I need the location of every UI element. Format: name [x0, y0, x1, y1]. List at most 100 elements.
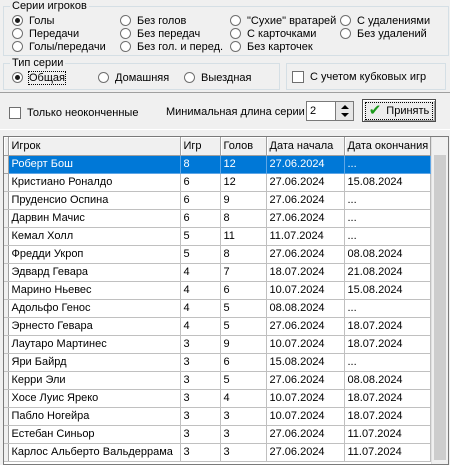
radio-goals[interactable]: Голы: [12, 14, 54, 27]
cell-goals[interactable]: 11: [220, 227, 267, 246]
cell-end-date[interactable]: ...: [344, 353, 431, 372]
cell-games[interactable]: 3: [180, 407, 221, 426]
radio-with-red-cards[interactable]: С удалениями: [340, 14, 430, 27]
cell-player[interactable]: Естебан Синьор: [8, 425, 181, 444]
cell-start-date[interactable]: 27.06.2024: [266, 173, 345, 192]
cell-player[interactable]: Кристиано Роналдо: [8, 173, 181, 192]
min-length-value[interactable]: 2: [307, 102, 335, 120]
cell-goals[interactable]: 12: [220, 173, 267, 192]
radio-type-away-dot[interactable]: [184, 72, 195, 83]
cell-end-date[interactable]: 15.08.2024: [344, 173, 431, 192]
table-row[interactable]: Роберт Бош 8 12 27.06.2024 ...: [4, 155, 431, 174]
cell-end-date[interactable]: 18.07.2024: [344, 407, 431, 426]
cell-games[interactable]: 4: [180, 299, 221, 318]
cell-end-date[interactable]: 18.07.2024: [344, 335, 431, 354]
cell-goals[interactable]: 5: [220, 299, 267, 318]
radio-assists-dot[interactable]: [12, 28, 23, 39]
cell-start-date[interactable]: 10.07.2024: [266, 389, 345, 408]
table-row[interactable]: Пруденсио Оспина 6 9 27.06.2024 ...: [4, 191, 431, 210]
table-row[interactable]: Дарвин Мачис 6 8 27.06.2024 ...: [4, 209, 431, 228]
cell-start-date[interactable]: 11.07.2024: [266, 227, 345, 246]
cell-games[interactable]: 4: [180, 281, 221, 300]
vertical-scrollbar[interactable]: [431, 137, 448, 464]
cell-goals[interactable]: 9: [220, 335, 267, 354]
radio-clean-sheets[interactable]: "Сухие" вратарей: [230, 14, 336, 27]
radio-type-away[interactable]: Выездная: [184, 71, 252, 84]
cell-goals[interactable]: 4: [220, 389, 267, 408]
cell-end-date[interactable]: 15.08.2024: [344, 281, 431, 300]
cell-start-date[interactable]: 27.06.2024: [266, 191, 345, 210]
column-header-player[interactable]: Игрок: [8, 137, 181, 156]
table-row[interactable]: Адольфо Генос 4 5 08.08.2024 ...: [4, 299, 431, 318]
cell-end-date[interactable]: 11.07.2024: [344, 425, 431, 444]
radio-type-home-dot[interactable]: [98, 72, 109, 83]
cell-start-date[interactable]: 08.08.2024: [266, 299, 345, 318]
table-row[interactable]: Эрнесто Гевара 4 5 27.06.2024 18.07.2024: [4, 317, 431, 336]
cell-end-date[interactable]: 18.07.2024: [344, 389, 431, 408]
cell-player[interactable]: Эрнесто Гевара: [8, 317, 181, 336]
cell-goals[interactable]: 5: [220, 317, 267, 336]
radio-no-goals-dot[interactable]: [120, 15, 131, 26]
cell-games[interactable]: 8: [180, 155, 221, 174]
table-row[interactable]: Естебан Синьор 3 3 27.06.2024 11.07.2024: [4, 425, 431, 444]
cell-goals[interactable]: 12: [220, 155, 267, 174]
cell-end-date[interactable]: ...: [344, 155, 431, 174]
cell-goals[interactable]: 6: [220, 281, 267, 300]
unfinished-checkbox-box[interactable]: [9, 106, 21, 119]
min-length-spinner[interactable]: 2: [306, 101, 354, 121]
cell-end-date[interactable]: 08.08.2024: [344, 371, 431, 390]
radio-assists[interactable]: Передачи: [12, 27, 79, 40]
table-row[interactable]: Карлос Альберто Вальдеррама 3 3 27.06.20…: [4, 443, 431, 462]
cell-player[interactable]: Кемал Холл: [8, 227, 181, 246]
cell-games[interactable]: 4: [180, 263, 221, 282]
cell-end-date[interactable]: ...: [344, 299, 431, 318]
radio-no-red-cards-dot[interactable]: [340, 28, 351, 39]
cell-start-date[interactable]: 27.06.2024: [266, 425, 345, 444]
cell-games[interactable]: 6: [180, 209, 221, 228]
cell-games[interactable]: 5: [180, 227, 221, 246]
cell-games[interactable]: 4: [180, 317, 221, 336]
radio-type-home[interactable]: Домашняя: [98, 71, 169, 84]
cell-player[interactable]: Карлос Альберто Вальдеррама: [8, 443, 181, 462]
cell-goals[interactable]: 6: [220, 353, 267, 372]
cell-goals[interactable]: 7: [220, 263, 267, 282]
cell-games[interactable]: 3: [180, 371, 221, 390]
cell-player[interactable]: Яри Байрд: [8, 353, 181, 372]
cell-end-date[interactable]: ...: [344, 227, 431, 246]
cell-goals[interactable]: 8: [220, 209, 267, 228]
table-row[interactable]: Эдвард Гевара 4 7 18.07.2024 21.08.2024: [4, 263, 431, 282]
table-row[interactable]: Кристиано Роналдо 6 12 27.06.2024 15.08.…: [4, 173, 431, 192]
column-header-games[interactable]: Игр: [180, 137, 221, 156]
cell-games[interactable]: 3: [180, 443, 221, 462]
cell-end-date[interactable]: 08.08.2024: [344, 245, 431, 264]
unfinished-checkbox[interactable]: Только неоконченные: [9, 106, 138, 119]
cell-start-date[interactable]: 15.08.2024: [266, 353, 345, 372]
cell-start-date[interactable]: 27.06.2024: [266, 209, 345, 228]
cell-end-date[interactable]: 18.07.2024: [344, 317, 431, 336]
apply-button[interactable]: ✔ Принять: [362, 99, 436, 122]
table-row[interactable]: Хосе Луис Яреко 3 4 10.07.2024 18.07.202…: [4, 389, 431, 408]
cell-end-date[interactable]: ...: [344, 209, 431, 228]
cell-games[interactable]: 3: [180, 353, 221, 372]
radio-no-cards-dot[interactable]: [230, 41, 241, 52]
cell-games[interactable]: 3: [180, 425, 221, 444]
table-row[interactable]: Пабло Ногейра 3 3 10.07.2024 18.07.2024: [4, 407, 431, 426]
cell-start-date[interactable]: 10.07.2024: [266, 335, 345, 354]
scrollbar-thumb[interactable]: [434, 155, 446, 460]
cell-start-date[interactable]: 27.06.2024: [266, 317, 345, 336]
column-header-start-date[interactable]: Дата начала: [266, 137, 345, 156]
cell-player[interactable]: Керри Эли: [8, 371, 181, 390]
cell-player[interactable]: Дарвин Мачис: [8, 209, 181, 228]
cell-start-date[interactable]: 27.06.2024: [266, 155, 345, 174]
cell-goals[interactable]: 8: [220, 245, 267, 264]
table-row[interactable]: Кемал Холл 5 11 11.07.2024 ...: [4, 227, 431, 246]
cell-goals[interactable]: 5: [220, 371, 267, 390]
column-header-end-date[interactable]: Дата окончания: [344, 137, 431, 156]
radio-with-red-cards-dot[interactable]: [340, 15, 351, 26]
radio-no-red-cards[interactable]: Без удалений: [340, 27, 427, 40]
cell-start-date[interactable]: 10.07.2024: [266, 407, 345, 426]
radio-no-goals[interactable]: Без голов: [120, 14, 186, 27]
cell-start-date[interactable]: 27.06.2024: [266, 443, 345, 462]
radio-no-goals-no-assists[interactable]: Без гол. и перед.: [120, 40, 223, 53]
cell-games[interactable]: 6: [180, 191, 221, 210]
